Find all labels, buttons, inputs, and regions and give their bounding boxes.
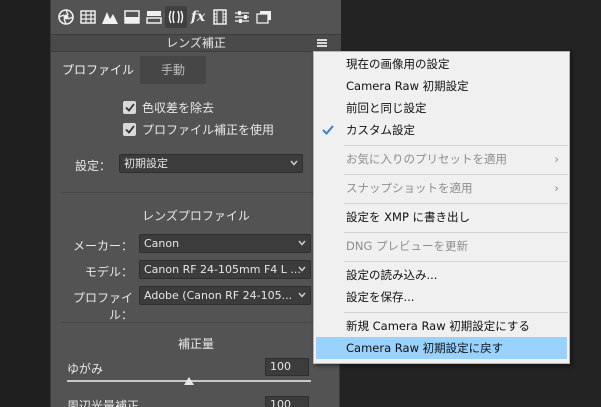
distortion-label: ゆがみ — [67, 362, 104, 376]
enable-profile-correction-checkbox[interactable]: プロファイル補正を使用 — [123, 120, 274, 138]
settings-dropdown-menu: 現在の画像用の設定 Camera Raw 初期設定 前回と同じ設定 カスタム設定… — [313, 51, 570, 364]
tab-manual[interactable]: 手動 — [140, 56, 206, 84]
profile-select[interactable]: Adobe (Canon RF 24-105... — [139, 286, 311, 305]
make-select[interactable]: Canon — [139, 234, 311, 253]
make-label: メーカー： — [72, 239, 133, 253]
menu-item-custom-settings[interactable]: カスタム設定 — [314, 119, 569, 141]
menu-item-save-settings[interactable]: 設定を保存... — [314, 286, 569, 308]
tab-bar: プロファイル 手動 — [51, 56, 341, 84]
chevron-down-icon — [298, 240, 306, 246]
vignetting-value-field[interactable]: 100 — [265, 396, 309, 407]
menu-separator — [344, 232, 568, 233]
make-value: Canon — [144, 237, 180, 250]
menu-item-apply-snapshot: スナップショットを適用 › — [314, 177, 569, 199]
setup-value: 初期設定 — [124, 157, 168, 170]
panel-toolbar: fx — [51, 0, 341, 34]
menu-item-update-dng-preview: DNG プレビューを更新 — [346, 239, 469, 253]
profile-label: プロファイル： — [72, 291, 133, 322]
vignetting-label: 周辺光量補正 — [67, 399, 140, 407]
grid-icon[interactable] — [77, 6, 99, 28]
hamburger-menu-icon[interactable] — [317, 39, 327, 47]
setup-label: 設定： — [75, 159, 112, 173]
distortion-slider-thumb[interactable] — [184, 377, 194, 385]
lens-correction-icon[interactable] — [165, 6, 187, 28]
divider — [61, 192, 331, 193]
distortion-value-field[interactable]: 100 — [265, 358, 309, 376]
menu-item-image-settings[interactable]: 現在の画像用の設定 — [314, 53, 569, 75]
menu-item-previous-conversion[interactable]: 前回と同じ設定 — [314, 97, 569, 119]
model-value: Canon RF 24-105mm F4 L ... — [144, 263, 301, 276]
split-toning-icon[interactable] — [121, 6, 143, 28]
aperture-icon[interactable] — [55, 6, 77, 28]
model-label: モデル： — [84, 265, 133, 279]
divider — [61, 322, 331, 323]
menu-item-apply-favorite-preset: お気に入りのプリセットを適用 › — [314, 148, 569, 170]
lens-profile-heading: レンズプロファイル — [142, 209, 250, 223]
menu-separator — [344, 145, 568, 146]
menu-item-export-xmp[interactable]: 設定を XMP に書き出し — [314, 206, 569, 228]
left-background — [0, 0, 50, 407]
chevron-down-icon — [290, 160, 298, 166]
camera-raw-panel: fx レンズ補正 プロファイル 手動 色収差を除去 プロファイル補正を使用 設定… — [50, 0, 341, 407]
tab-profile[interactable]: プロファイル — [57, 56, 139, 84]
menu-separator — [344, 312, 568, 313]
check-icon[interactable] — [123, 122, 136, 136]
fx-icon[interactable]: fx — [187, 6, 209, 28]
checkbox-label: 色収差を除去 — [142, 100, 215, 115]
chevron-right-icon: › — [554, 152, 559, 166]
camera-calibration-icon[interactable] — [209, 6, 231, 28]
check-icon[interactable] — [123, 100, 136, 114]
menu-separator — [344, 174, 568, 175]
correction-amount-heading: 補正量 — [177, 337, 214, 351]
chevron-down-icon — [298, 292, 306, 298]
setup-select[interactable]: 初期設定 — [119, 154, 303, 173]
menu-item-label: お気に入りのプリセットを適用 — [346, 152, 507, 166]
section-header: レンズ補正 — [51, 34, 341, 52]
detail-icon[interactable] — [143, 6, 165, 28]
sliders-icon[interactable] — [231, 6, 253, 28]
remove-chromatic-aberration-checkbox[interactable]: 色収差を除去 — [123, 98, 214, 116]
chevron-right-icon: › — [554, 181, 559, 195]
checkmark-icon — [320, 119, 336, 141]
mountain-icon[interactable] — [99, 6, 121, 28]
model-select[interactable]: Canon RF 24-105mm F4 L ... — [139, 260, 311, 279]
profile-value: Adobe (Canon RF 24-105... — [144, 289, 293, 302]
checkbox-label: プロファイル補正を使用 — [142, 122, 275, 137]
menu-item-load-settings[interactable]: 設定の読み込み... — [314, 264, 569, 286]
menu-item-camera-raw-defaults[interactable]: Camera Raw 初期設定 — [314, 75, 569, 97]
section-title: レンズ補正 — [166, 36, 226, 50]
menu-item-reset-defaults[interactable]: Camera Raw 初期設定に戻す — [316, 337, 567, 359]
menu-item-save-new-defaults[interactable]: 新規 Camera Raw 初期設定にする — [314, 315, 569, 337]
menu-item-label: スナップショットを適用 — [346, 181, 473, 195]
presets-icon[interactable] — [253, 6, 275, 28]
chevron-down-icon — [298, 266, 306, 272]
menu-item-label: カスタム設定 — [346, 123, 415, 137]
menu-separator — [344, 203, 568, 204]
menu-separator — [344, 261, 568, 262]
